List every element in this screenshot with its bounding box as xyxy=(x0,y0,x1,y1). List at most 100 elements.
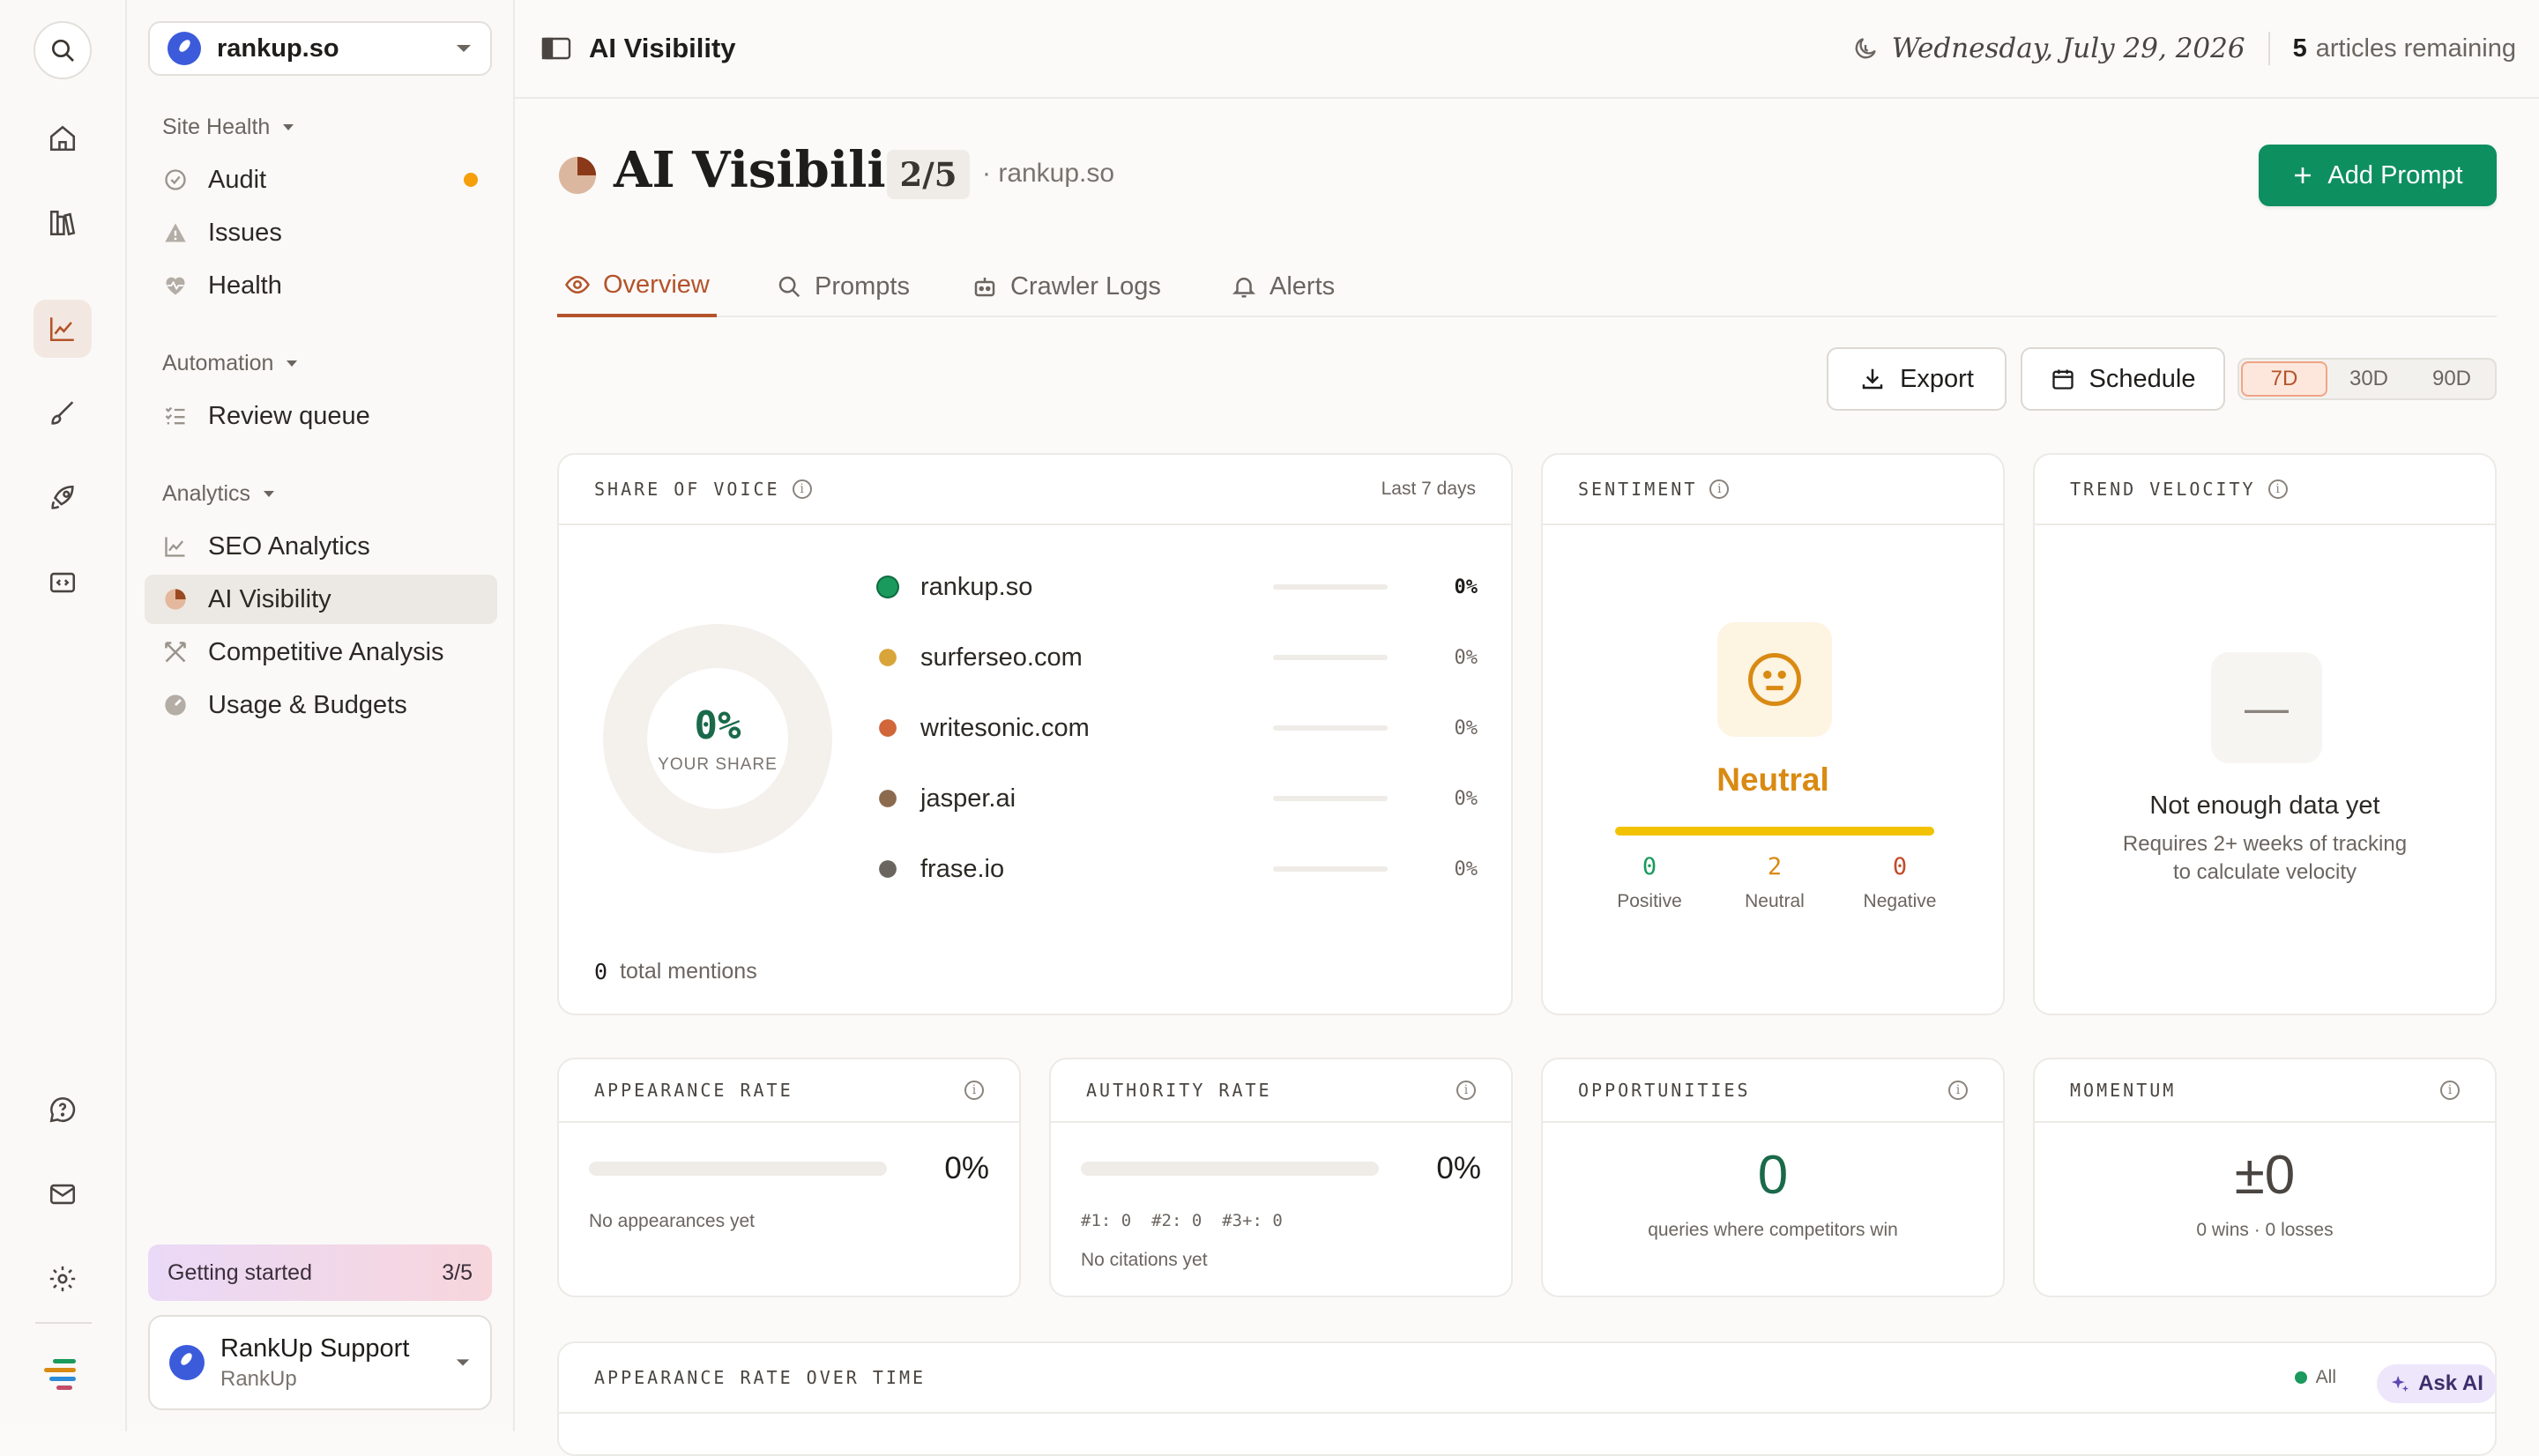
competitor-name: rankup.so xyxy=(920,572,1033,601)
legend-color xyxy=(2294,1371,2307,1384)
legend-all[interactable]: All xyxy=(2294,1367,2336,1388)
help-chat-icon[interactable] xyxy=(34,1081,92,1139)
group-automation[interactable]: Automation xyxy=(162,351,298,376)
current-date: Wednesday, July 29, 2026 xyxy=(1891,33,2245,64)
home-icon[interactable] xyxy=(34,109,92,167)
info-icon[interactable]: i xyxy=(1948,1081,1968,1100)
plus-icon xyxy=(2295,167,2312,183)
pie-chart-icon xyxy=(162,586,189,613)
top-bar-title: AI Visibility xyxy=(589,33,736,63)
legend-item: surferseo.com 0% xyxy=(878,640,1478,675)
momentum-card: MOMENTUM i ±0 0 wins · 0 losses xyxy=(2033,1058,2497,1297)
sidebar-item-label: Audit xyxy=(208,165,267,194)
code-window-icon[interactable] xyxy=(34,553,92,612)
period-label: Last 7 days xyxy=(1381,479,1476,499)
top-bar: AI Visibility Wednesday, July 29, 2026 5… xyxy=(515,0,2539,99)
line-chart-icon xyxy=(162,533,189,560)
appearance-rate-value: 0% xyxy=(944,1151,989,1185)
sidebar-item-competitive-analysis[interactable]: Competitive Analysis xyxy=(145,628,497,677)
add-prompt-button[interactable]: Add Prompt xyxy=(2259,145,2497,206)
total-mentions: 0 total mentions xyxy=(594,959,757,984)
sidebar-item-audit[interactable]: Audit xyxy=(145,155,497,204)
legend-label: All xyxy=(2315,1367,2336,1387)
tab-label: Alerts xyxy=(1270,271,1336,301)
card-title: MOMENTUM xyxy=(2070,1080,2177,1101)
share-of-voice-card: SHARE OF VOICE i Last 7 days 0% YOUR SHA… xyxy=(557,453,1513,1015)
tab-crawler-logs[interactable]: Crawler Logs xyxy=(964,256,1168,317)
total-mentions-label: total mentions xyxy=(620,959,757,984)
group-label: Analytics xyxy=(162,481,251,506)
neutral-count: 2 xyxy=(1767,853,1783,880)
info-icon[interactable]: i xyxy=(792,479,812,499)
info-icon[interactable]: i xyxy=(2440,1081,2460,1100)
card-header: APPEARANCE RATE OVER TIME All xyxy=(559,1343,2495,1414)
range-30d[interactable]: 30D xyxy=(2327,361,2410,397)
dash-icon: — xyxy=(2211,652,2322,763)
card-title: OPPORTUNITIES xyxy=(1578,1080,1751,1101)
sparkle-icon xyxy=(2391,1375,2409,1393)
tab-overview[interactable]: Overview xyxy=(557,256,717,317)
export-button[interactable]: Export xyxy=(1827,347,2007,411)
range-90d[interactable]: 90D xyxy=(2410,361,2493,397)
authority-note: No citations yet xyxy=(1081,1250,1208,1270)
sidebar-item-usage-budgets[interactable]: Usage & Budgets xyxy=(145,680,497,730)
search-icon[interactable] xyxy=(34,21,92,79)
settings-gear-icon[interactable] xyxy=(34,1250,92,1308)
neutral-label: Neutral xyxy=(1745,891,1805,911)
competitor-name: writesonic.com xyxy=(920,713,1090,742)
tab-bar: Overview Prompts Crawler Logs Alerts xyxy=(557,256,2497,317)
sidebar-item-health[interactable]: Health xyxy=(145,261,497,310)
brush-icon[interactable] xyxy=(34,384,92,442)
legend-item: frase.io 0% xyxy=(878,851,1478,887)
gauge-check-icon xyxy=(162,167,189,193)
momentum-value: ±0 xyxy=(2234,1145,2296,1206)
getting-started-progress: 3/5 xyxy=(442,1259,473,1285)
group-site-health[interactable]: Site Health xyxy=(162,115,294,140)
info-icon[interactable]: i xyxy=(2267,479,2288,499)
analytics-chart-icon[interactable] xyxy=(34,300,92,358)
tab-prompts[interactable]: Prompts xyxy=(769,256,917,317)
sidebar-item-issues[interactable]: Issues xyxy=(145,208,497,257)
opportunities-value: 0 xyxy=(1757,1145,1789,1206)
info-icon[interactable]: i xyxy=(1456,1081,1476,1100)
your-share-label: YOUR SHARE xyxy=(658,754,778,774)
library-icon[interactable] xyxy=(34,194,92,252)
checklist-icon xyxy=(162,403,189,429)
rocket-icon[interactable] xyxy=(34,469,92,527)
tab-alerts[interactable]: Alerts xyxy=(1224,256,1342,317)
card-title: APPEARANCE RATE OVER TIME xyxy=(594,1367,927,1388)
tab-label: Crawler Logs xyxy=(1010,271,1161,301)
rankup-logo-icon[interactable] xyxy=(41,1357,86,1396)
appearance-note: No appearances yet xyxy=(589,1211,755,1231)
progress-badge: 2/5 xyxy=(887,150,970,199)
add-prompt-label: Add Prompt xyxy=(2327,160,2463,189)
ask-ai-button[interactable]: Ask AI xyxy=(2377,1364,2497,1403)
sidebar-item-seo-analytics[interactable]: SEO Analytics xyxy=(145,522,497,571)
sidebar-toggle-icon[interactable] xyxy=(541,36,571,61)
legend-color xyxy=(879,649,897,666)
schedule-button[interactable]: Schedule xyxy=(2021,347,2225,411)
competitor-bar xyxy=(1273,655,1388,660)
legend-item: writesonic.com 0% xyxy=(878,710,1478,746)
range-7d[interactable]: 7D xyxy=(2241,361,2327,397)
account-switcher[interactable]: RankUp Support RankUp xyxy=(148,1315,492,1410)
bell-icon xyxy=(1232,278,1256,298)
sidebar-item-ai-visibility[interactable]: AI Visibility xyxy=(145,575,497,624)
group-label: Automation xyxy=(162,351,274,375)
card-title: APPEARANCE RATE xyxy=(594,1080,793,1101)
info-icon[interactable]: i xyxy=(1709,479,1730,499)
mail-icon[interactable] xyxy=(34,1165,92,1223)
group-analytics[interactable]: Analytics xyxy=(162,481,275,507)
card-title: SHARE OF VOICE xyxy=(594,479,780,500)
account-name: RankUp Support xyxy=(220,1333,410,1363)
card-title: TREND VELOCITY xyxy=(2070,479,2256,500)
sidebar-item-review-queue[interactable]: Review queue xyxy=(145,391,497,441)
getting-started-banner[interactable]: Getting started 3/5 xyxy=(148,1244,492,1301)
swords-icon xyxy=(162,639,189,665)
caret-down-icon xyxy=(264,490,275,497)
icon-rail xyxy=(0,0,127,1431)
site-switcher[interactable]: rankup.so xyxy=(148,21,492,76)
sidebar-item-label: Issues xyxy=(208,218,282,247)
info-icon[interactable]: i xyxy=(964,1081,984,1100)
appearance-over-time-card: APPEARANCE RATE OVER TIME All xyxy=(557,1341,2497,1456)
